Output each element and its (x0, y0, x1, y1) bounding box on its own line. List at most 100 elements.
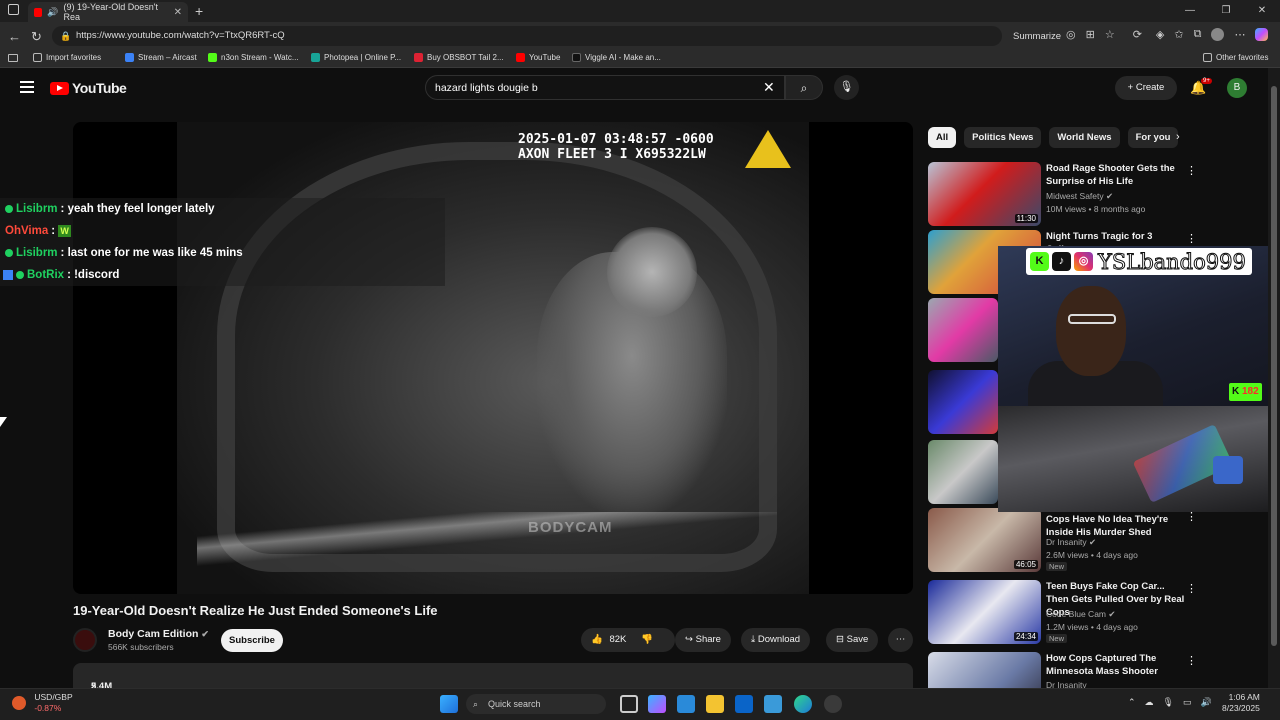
tab-close-icon[interactable]: ✕ (174, 7, 182, 18)
refresh-icon[interactable]: ↻ (31, 29, 42, 45)
like-count[interactable]: 82K (609, 634, 626, 645)
video-thumbnail[interactable] (928, 440, 998, 504)
channel-avatar[interactable] (73, 628, 97, 652)
recommendation-title[interactable]: Road Rage Shooter Gets the Surprise of H… (1046, 162, 1186, 188)
favorite-star-icon[interactable]: ☆ (1105, 28, 1115, 41)
chip-all[interactable]: All (928, 127, 957, 148)
outlook-icon[interactable] (735, 695, 753, 713)
recommendation-channel[interactable]: Dr Insanity ✔ (1046, 537, 1096, 548)
summarize-button[interactable]: Summarize (1013, 31, 1061, 42)
back-arrow-icon[interactable]: ← (8, 29, 21, 44)
youtube-logo[interactable]: YouTube (50, 80, 127, 96)
clock-time: 1:06 AM (1228, 692, 1260, 702)
copilot-icon[interactable] (1255, 28, 1269, 41)
clear-search-icon[interactable]: ✕ (763, 79, 775, 96)
stock-widget[interactable]: USD/GBP -0.87% (12, 692, 73, 714)
read-aloud-icon[interactable]: ◎ (1066, 28, 1076, 41)
speaker-icon[interactable]: 🔊 (47, 7, 58, 18)
more-actions-button[interactable]: ⋯ (888, 628, 913, 652)
bookmark-aircast[interactable]: Stream – Aircast (125, 53, 197, 62)
video-thumbnail[interactable]: 24:34 (928, 580, 1041, 644)
video-thumbnail[interactable] (928, 370, 998, 434)
create-button[interactable]: + Create (1115, 76, 1177, 100)
channel-name[interactable]: Body Cam Edition ✔ (108, 628, 209, 640)
windows-start-icon[interactable] (440, 695, 458, 713)
apps-icon[interactable]: ⊞ (1086, 28, 1095, 41)
url-field[interactable]: 🔒 https://www.youtube.com/watch?v=TtxQR6… (52, 26, 1002, 46)
voice-search-button[interactable]: 🎙 (834, 75, 859, 100)
recommendation-item[interactable]: 24:34 Teen Buys Fake Cop Car... Then Get… (928, 580, 1258, 644)
download-button[interactable]: ⤓ Download (741, 628, 811, 652)
steam-icon[interactable] (824, 695, 842, 713)
chip-for-you[interactable]: For you (1127, 127, 1179, 148)
bookmark-youtube[interactable]: YouTube (516, 53, 560, 62)
lock-icon[interactable]: 🔒 (60, 26, 71, 46)
page-scrollbar[interactable] (1268, 68, 1280, 688)
video-thumbnail[interactable]: 11:30 (928, 162, 1041, 226)
video-thumbnail[interactable] (928, 298, 998, 362)
new-tab-button[interactable]: + (195, 3, 203, 19)
browser-tab-active[interactable]: 🔊 (9) 19-Year-Old Doesn't Rea ✕ (28, 2, 188, 22)
taskbar-search[interactable]: ⌕ Quick search (466, 694, 606, 714)
task-view-icon[interactable] (620, 695, 638, 713)
collections-icon[interactable]: ⧉ (1194, 28, 1202, 41)
cloud-icon[interactable]: ☁ (1145, 697, 1154, 708)
save-button[interactable]: ⊟ Save (826, 628, 879, 652)
video-thumbnail[interactable] (928, 652, 1041, 688)
search-button[interactable]: ⌕ (785, 75, 823, 100)
display-icon[interactable]: ▭ (1183, 697, 1192, 708)
recommendation-title[interactable]: Cops Have No Idea They're Inside His Mur… (1046, 513, 1186, 539)
video-thumbnail[interactable]: 46:05 (928, 508, 1041, 572)
microphone-icon[interactable]: 🎙 (1163, 697, 1174, 708)
profile-icon[interactable] (1211, 28, 1225, 41)
tablet-icon[interactable] (8, 54, 18, 62)
recommendation-item[interactable]: 46:05 Cops Have No Idea They're Inside H… (928, 508, 1258, 572)
chevron-up-icon[interactable]: ⌃ (1128, 697, 1136, 708)
subscribe-button[interactable]: Subscribe (221, 629, 283, 652)
taskbar-clock[interactable]: 1:06 AM 8/23/2025 (1222, 692, 1260, 714)
chip-world-news[interactable]: World News (1049, 127, 1120, 148)
scrollbar-thumb[interactable] (1271, 86, 1277, 646)
more-options-icon[interactable]: ⋯ (1234, 28, 1245, 41)
search-input[interactable]: hazard lights dougie b (425, 75, 785, 100)
more-vertical-icon[interactable]: ⋮ (1186, 654, 1197, 667)
description-box[interactable]: 5.4M views 2 months ago (73, 663, 913, 714)
bookmark-import[interactable]: Import favorites (33, 53, 101, 62)
more-vertical-icon[interactable]: ⋮ (1186, 582, 1197, 595)
copilot-app-icon[interactable] (648, 695, 666, 713)
window-menu-icon[interactable] (8, 4, 19, 15)
minimize-button[interactable]: — (1172, 0, 1208, 22)
recommendation-channel[interactable]: Midwest Safety ✔ (1046, 191, 1113, 202)
favorites-icon[interactable]: ✩ (1174, 28, 1183, 41)
volume-icon[interactable]: 🔊 (1201, 697, 1212, 708)
edge-icon[interactable] (794, 695, 812, 713)
maximize-button[interactable]: ❐ (1208, 0, 1244, 22)
store-icon[interactable] (677, 695, 695, 713)
recommendation-channel[interactable]: Dr Insanity (1046, 680, 1087, 688)
photos-icon[interactable] (764, 695, 782, 713)
chevron-right-icon[interactable]: › (1176, 131, 1180, 143)
bookmark-kick[interactable]: n3on Stream - Watc... (208, 53, 299, 62)
bookmark-viggle[interactable]: Viggle AI - Make an... (572, 53, 661, 62)
file-explorer-icon[interactable] (706, 695, 724, 713)
account-avatar[interactable]: B (1227, 78, 1247, 98)
bookmark-photopea[interactable]: Photopea | Online P... (311, 53, 401, 62)
menu-icon[interactable] (20, 81, 34, 96)
more-vertical-icon[interactable]: ⋮ (1186, 164, 1197, 177)
thumbs-up-icon[interactable]: 👍 (591, 634, 603, 645)
recommendation-channel[interactable]: Code Blue Cam ✔ (1046, 609, 1116, 620)
chip-politics-news[interactable]: Politics News (964, 127, 1042, 148)
bookmark-obsbot[interactable]: Buy OBSBOT Tail 2... (414, 53, 504, 62)
other-favorites[interactable]: Other favorites (1203, 53, 1268, 62)
recommendation-title[interactable]: How Cops Captured The Minnesota Mass Sho… (1046, 652, 1186, 678)
recommendation-item[interactable]: 11:30 Road Rage Shooter Gets the Surpris… (928, 162, 1258, 226)
video-player[interactable] (73, 122, 913, 594)
more-vertical-icon[interactable]: ⋮ (1186, 232, 1197, 245)
extensions-icon[interactable]: ◈ (1156, 28, 1164, 41)
notification-badge: 9+ (1201, 78, 1212, 84)
close-window-button[interactable]: ✕ (1244, 0, 1280, 22)
recommendation-item[interactable]: How Cops Captured The Minnesota Mass Sho… (928, 652, 1258, 688)
refresh-sync-icon[interactable]: ⟳ (1133, 28, 1142, 41)
share-button[interactable]: ↪ Share (675, 628, 731, 652)
thumbs-down-icon[interactable]: 👎 (641, 634, 653, 645)
